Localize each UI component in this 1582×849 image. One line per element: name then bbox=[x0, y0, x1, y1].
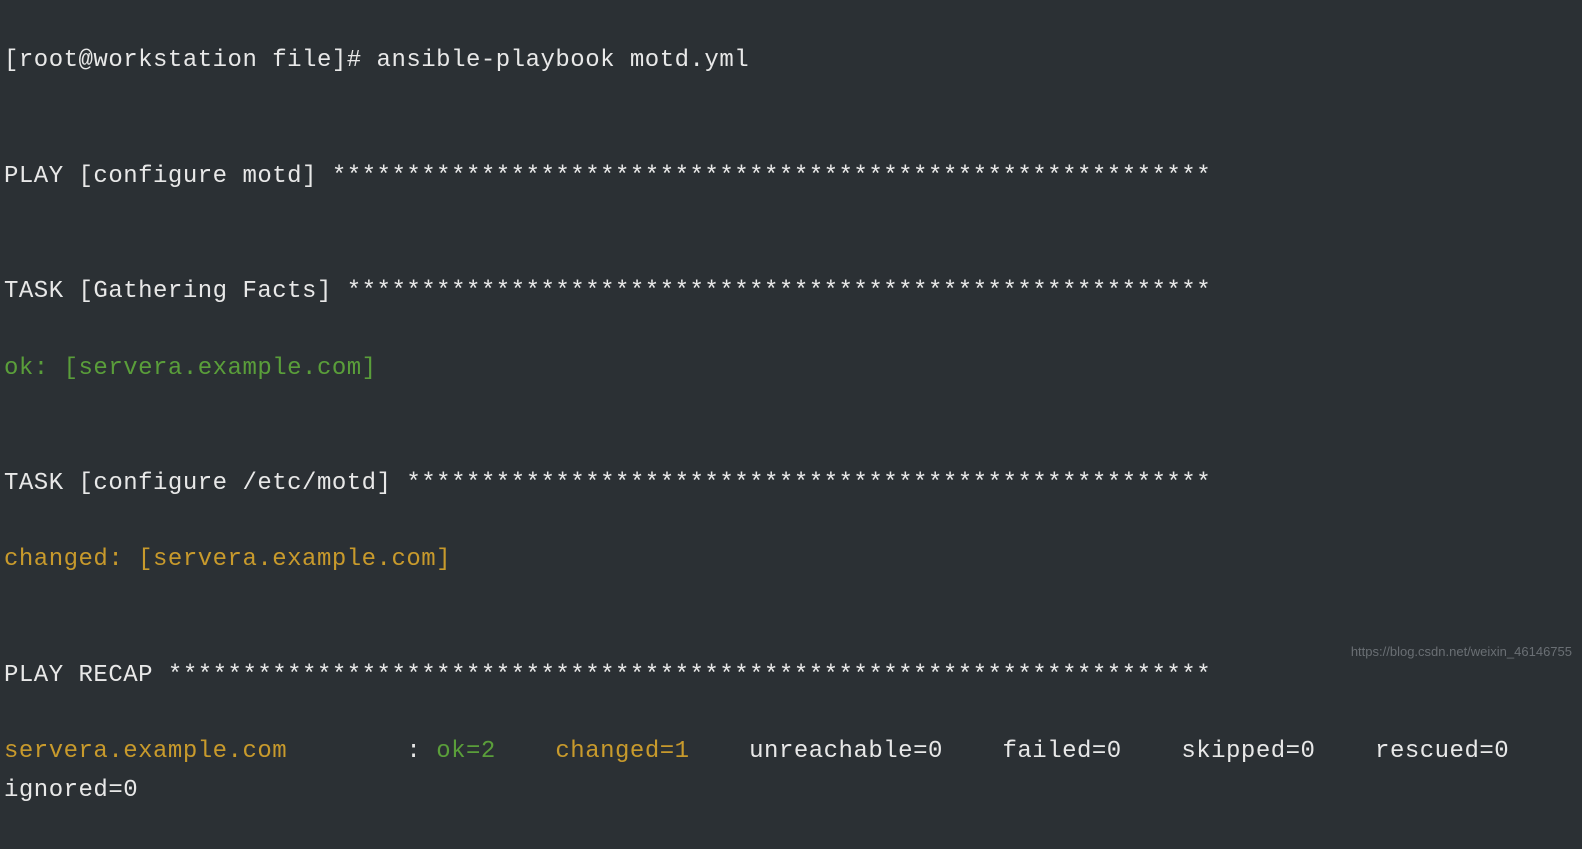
play-header: PLAY [configure motd] ******************… bbox=[4, 158, 1578, 196]
recap-skipped: skipped=0 bbox=[1181, 738, 1315, 765]
play-recap-header: PLAY RECAP *****************************… bbox=[4, 657, 1578, 695]
task-configure-motd-header: TASK [configure /etc/motd] *************… bbox=[4, 465, 1578, 503]
recap-host: servera.example.com bbox=[4, 738, 287, 765]
command-prompt: [root@workstation file]# ansible-playboo… bbox=[4, 42, 1578, 80]
task-configure-motd-result: changed: [servera.example.com] bbox=[4, 541, 1578, 579]
recap-line: servera.example.com : ok=2 changed=1 unr… bbox=[4, 733, 1578, 810]
task-gathering-facts-header: TASK [Gathering Facts] *****************… bbox=[4, 273, 1578, 311]
recap-ignored: ignored=0 bbox=[4, 777, 138, 804]
recap-failed: failed=0 bbox=[1002, 738, 1121, 765]
recap-ok: ok=2 bbox=[436, 738, 496, 765]
recap-changed: changed=1 bbox=[555, 738, 689, 765]
watermark-text: https://blog.csdn.net/weixin_46146755 bbox=[1351, 642, 1572, 663]
recap-colon: : bbox=[287, 738, 436, 765]
terminal-output: [root@workstation file]# ansible-playboo… bbox=[4, 4, 1578, 849]
recap-rescued: rescued=0 bbox=[1375, 738, 1509, 765]
task-gathering-facts-result: ok: [servera.example.com] bbox=[4, 350, 1578, 388]
recap-unreachable: unreachable=0 bbox=[749, 738, 943, 765]
